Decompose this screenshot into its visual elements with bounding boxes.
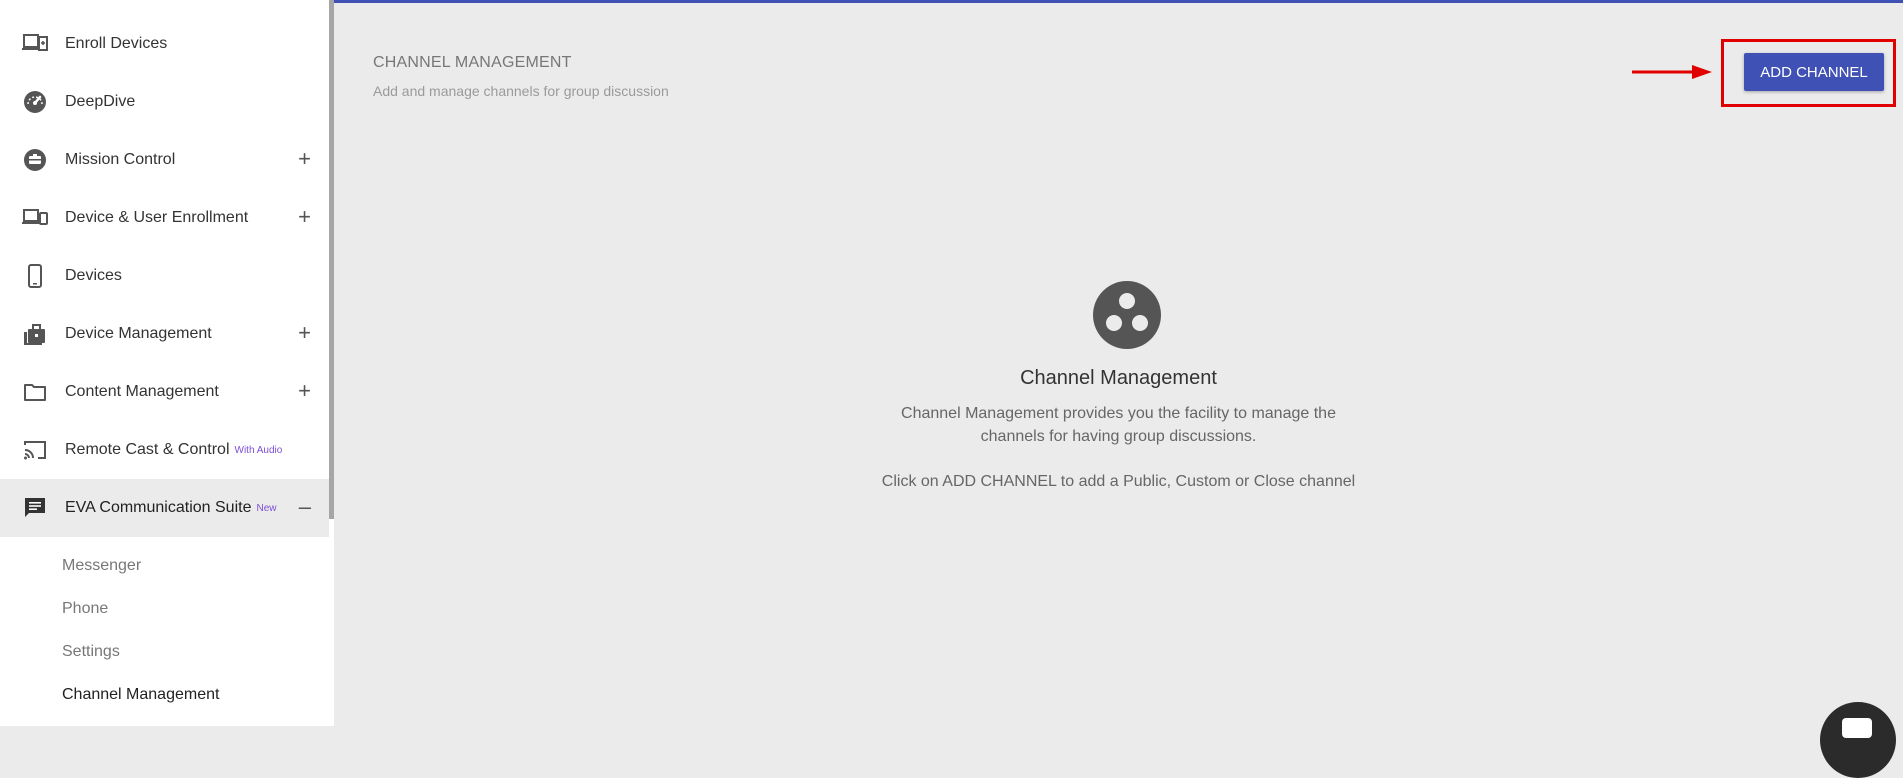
expand-plus-icon[interactable]: + bbox=[298, 203, 311, 231]
subnav-item-settings[interactable]: Settings bbox=[62, 643, 120, 661]
sidebar-item-label: Remote Cast & Control bbox=[65, 441, 230, 458]
empty-state-description-line: Channel Management provides you the faci… bbox=[901, 405, 1336, 422]
sidebar-item-enroll-devices[interactable]: Enroll Devices bbox=[0, 15, 329, 73]
page-subtitle: Add and manage channels for group discus… bbox=[373, 83, 669, 99]
sidebar-item-label: Device Management bbox=[65, 325, 212, 342]
mission-control-icon bbox=[22, 147, 48, 173]
add-channel-button[interactable]: ADD CHANNEL bbox=[1744, 53, 1884, 91]
chat-widget-button[interactable] bbox=[1820, 702, 1896, 778]
subnav-item-phone[interactable]: Phone bbox=[62, 600, 108, 618]
sidebar-item-label: Enroll Devices bbox=[65, 35, 168, 52]
sidebar-item-label: Devices bbox=[65, 267, 122, 284]
collapse-minus-icon[interactable]: – bbox=[299, 493, 311, 521]
sidebar-item-mission-control[interactable]: Mission Control + bbox=[0, 131, 329, 189]
devices-icon bbox=[22, 205, 48, 231]
sidebar-item-deepdive[interactable]: DeepDive bbox=[0, 73, 329, 131]
cast-icon bbox=[22, 437, 48, 463]
sidebar-item-label: EVA Communication Suite bbox=[65, 499, 252, 516]
expand-plus-icon[interactable]: + bbox=[298, 319, 311, 347]
sidebar: Enroll Devices DeepDive Mission Control … bbox=[0, 0, 334, 726]
enroll-devices-icon bbox=[22, 31, 48, 57]
sidebar-item-eva-communication-suite[interactable]: EVA Communication Suite New – bbox=[0, 479, 329, 537]
with-audio-badge: With Audio bbox=[234, 444, 283, 456]
group-circles-icon bbox=[1093, 281, 1161, 349]
empty-state-title: Channel Management bbox=[1020, 367, 1217, 389]
subnav-item-messenger[interactable]: Messenger bbox=[62, 557, 141, 575]
new-badge: New bbox=[256, 502, 277, 514]
page-title: CHANNEL MANAGEMENT bbox=[373, 54, 572, 71]
annotation-arrow-icon bbox=[1632, 65, 1712, 79]
sidebar-item-device-management[interactable]: Device Management + bbox=[0, 305, 329, 363]
chat-bubble-icon bbox=[1842, 718, 1872, 738]
sidebar-item-label: DeepDive bbox=[65, 93, 136, 110]
sidebar-item-devices[interactable]: Devices bbox=[0, 247, 329, 305]
empty-state-description: Channel Management provides you the faci… bbox=[334, 402, 1903, 448]
sidebar-item-remote-cast-control[interactable]: Remote Cast & Control With Audio bbox=[0, 421, 329, 479]
speedometer-icon bbox=[22, 89, 48, 115]
expand-plus-icon[interactable]: + bbox=[298, 145, 311, 173]
smartphone-icon bbox=[22, 263, 48, 289]
sidebar-item-label: Mission Control bbox=[65, 151, 176, 168]
empty-state-hint: Click on ADD CHANNEL to add a Public, Cu… bbox=[881, 473, 1356, 490]
sidebar-item-device-user-enrollment[interactable]: Device & User Enrollment + bbox=[0, 189, 329, 247]
empty-state-description-line: channels for having group discussions. bbox=[980, 428, 1257, 445]
chat-icon bbox=[22, 495, 48, 521]
briefcase-icon bbox=[22, 321, 48, 347]
subnav-item-channel-management[interactable]: Channel Management bbox=[62, 686, 219, 704]
sidebar-item-label: Device & User Enrollment bbox=[65, 209, 249, 226]
